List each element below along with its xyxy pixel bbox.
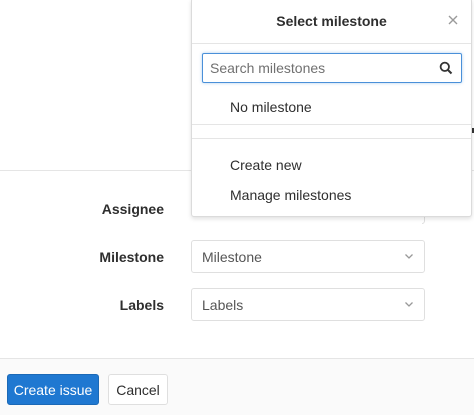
milestone-select-value: Milestone bbox=[202, 248, 262, 265]
cancel-button[interactable]: Cancel bbox=[108, 374, 168, 405]
dropdown-title: Select milestone bbox=[276, 13, 387, 29]
manage-milestones-link[interactable]: Manage milestones bbox=[230, 187, 351, 203]
labels-select[interactable]: Labels bbox=[191, 288, 425, 321]
create-new-milestone-link[interactable]: Create new bbox=[230, 157, 302, 173]
assignee-label: Assignee bbox=[101, 201, 164, 217]
option-no-milestone[interactable]: No milestone bbox=[230, 99, 312, 115]
create-issue-button[interactable]: Create issue bbox=[7, 374, 99, 405]
chevron-down-icon bbox=[404, 299, 414, 309]
milestone-select[interactable]: Milestone bbox=[191, 240, 425, 273]
close-icon[interactable] bbox=[447, 14, 459, 26]
milestone-dropdown: Select milestone Search milestones No mi… bbox=[191, 0, 472, 217]
search-placeholder: Search milestones bbox=[210, 60, 326, 76]
dropdown-divider bbox=[192, 138, 471, 139]
milestone-search-input[interactable]: Search milestones bbox=[202, 53, 462, 83]
search-icon bbox=[439, 61, 453, 75]
labels-select-value: Labels bbox=[202, 296, 244, 313]
dropdown-divider bbox=[192, 43, 471, 44]
dropdown-divider bbox=[192, 124, 471, 125]
milestone-label: Milestone bbox=[99, 249, 164, 265]
labels-label: Labels bbox=[119, 297, 164, 313]
chevron-down-icon bbox=[404, 251, 414, 261]
